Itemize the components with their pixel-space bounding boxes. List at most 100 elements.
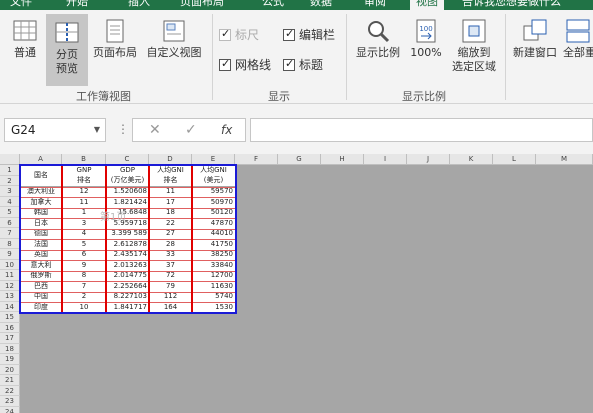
normal-view-icon [13, 20, 37, 41]
tab-home[interactable]: 开始 [66, 0, 88, 10]
page-layout-label: 页面布局 [93, 46, 137, 59]
column-header[interactable]: M [536, 154, 593, 165]
custom-views-label: 自定义视图 [146, 46, 202, 59]
show-group-label: 显示 [268, 90, 290, 103]
ruler-checkbox[interactable]: 标尺 [219, 27, 260, 42]
column-header[interactable]: I [364, 154, 407, 165]
name-box-dropdown-icon[interactable]: ▼ [94, 119, 100, 141]
column-header[interactable]: L [493, 154, 536, 165]
column-header[interactable]: F [235, 154, 278, 165]
tab-insert[interactable]: 插入 [128, 0, 150, 10]
row-header[interactable]: 23 [0, 396, 20, 407]
row-header[interactable]: 17 [0, 333, 20, 344]
row-header[interactable]: 11 [0, 270, 20, 281]
select-all-corner[interactable] [0, 154, 20, 165]
print-area-border[interactable] [19, 164, 237, 314]
tab-file[interactable]: 文件 [10, 0, 32, 10]
zoom-to-selection-label-2: 选定区域 [452, 60, 496, 73]
arrange-all-label: 全部重 [563, 46, 593, 59]
custom-views-icon [163, 20, 185, 42]
row-header[interactable]: 1 [0, 165, 20, 176]
gridlines-checkbox[interactable]: 网格线 [219, 57, 272, 72]
zoom-group-label: 显示比例 [402, 90, 446, 103]
row-header[interactable]: 8 [0, 238, 20, 249]
row-header[interactable]: 3 [0, 186, 20, 197]
ruler-check-icon [219, 27, 231, 41]
row-header[interactable]: 19 [0, 354, 20, 365]
row-header[interactable]: 15 [0, 312, 20, 323]
zoom-button[interactable]: 显示比例 [352, 18, 404, 78]
enter-icon[interactable]: ✓ [185, 122, 197, 138]
row-header[interactable]: 4 [0, 196, 20, 207]
name-box[interactable]: G24 ▼ [4, 118, 106, 142]
page-layout-view-button[interactable]: 页面布局 [90, 18, 140, 78]
normal-view-label: 普通 [14, 46, 36, 59]
tab-page-layout[interactable]: 页面布局 [180, 0, 224, 10]
row-header[interactable]: 20 [0, 364, 20, 375]
formula-bar-area: G24 ▼ ⋮ ✕ ✓ fx [0, 104, 593, 154]
arrange-all-button[interactable]: 全部重 [563, 18, 593, 78]
row-header[interactable]: 7 [0, 228, 20, 239]
row-header[interactable]: 14 [0, 301, 20, 312]
formula-bar-splitter[interactable]: ⋮ [117, 118, 129, 142]
page-number-watermark: 第1页 [100, 212, 127, 223]
formula-buttons: ✕ ✓ fx [132, 118, 246, 142]
new-window-button[interactable]: 新建窗口 [509, 18, 561, 78]
svg-text:100: 100 [419, 25, 432, 33]
insert-function-icon[interactable]: fx [221, 123, 232, 137]
tab-view[interactable]: 视图 [410, 0, 444, 10]
row-header[interactable]: 24 [0, 406, 20, 413]
row-header[interactable]: 9 [0, 249, 20, 260]
worksheet[interactable]: A B C D E F G H I J K L M 1 2 3 4 5 6 7 8 9 10 11 12 13 14 15 16 17 18… [0, 154, 593, 413]
tab-data[interactable]: 数据 [310, 0, 332, 10]
zoom-label: 显示比例 [356, 46, 400, 59]
row-header[interactable]: 21 [0, 375, 20, 386]
column-header[interactable]: H [321, 154, 364, 165]
zoom-100-icon: 100 [416, 19, 436, 43]
arrange-all-icon [566, 19, 590, 43]
page-break-preview-button[interactable]: 分页 预览 [46, 14, 88, 86]
column-header[interactable]: K [450, 154, 493, 165]
zoom-to-selection-icon [462, 19, 486, 43]
group-divider [505, 14, 506, 100]
row-header[interactable]: 13 [0, 291, 20, 302]
cancel-icon[interactable]: ✕ [149, 122, 161, 138]
ruler-label: 标尺 [235, 28, 260, 42]
column-header[interactable]: J [407, 154, 450, 165]
row-header[interactable]: 5 [0, 207, 20, 218]
name-box-value: G24 [11, 123, 36, 137]
tab-review[interactable]: 审阅 [364, 0, 386, 10]
row-header[interactable]: 6 [0, 217, 20, 228]
row-header[interactable]: 16 [0, 322, 20, 333]
row-header[interactable]: 2 [0, 175, 20, 186]
magnifier-icon [368, 21, 390, 43]
page-layout-icon [106, 19, 124, 43]
row-header[interactable]: 12 [0, 280, 20, 291]
formula-bar-label: 编辑栏 [299, 28, 336, 42]
zoom-100-label: 100% [410, 46, 442, 59]
normal-view-button[interactable]: 普通 [6, 18, 44, 78]
gridlines-label: 网格线 [235, 58, 272, 72]
zoom-100-button[interactable]: 100 100% [406, 18, 446, 78]
group-divider [346, 14, 347, 100]
headings-check-icon [283, 57, 295, 71]
ribbon-tab-strip: 文件 开始 插入 页面布局 公式 数据 审阅 视图 告诉我您想要做什么 [0, 0, 593, 10]
row-header[interactable]: 18 [0, 343, 20, 354]
page-break-preview-label-2: 预览 [56, 62, 78, 75]
tab-formulas[interactable]: 公式 [262, 0, 284, 10]
gridlines-check-icon [219, 57, 231, 71]
headings-checkbox[interactable]: 标题 [283, 57, 324, 72]
custom-views-button[interactable]: 自定义视图 [142, 18, 206, 78]
page-break-preview-label-1: 分页 [56, 48, 78, 61]
formula-bar-checkbox[interactable]: 编辑栏 [283, 27, 336, 42]
row-header[interactable]: 22 [0, 385, 20, 396]
formula-bar-check-icon [283, 27, 295, 41]
row-header[interactable]: 10 [0, 259, 20, 270]
formula-input[interactable] [250, 118, 593, 142]
group-divider [212, 14, 213, 100]
zoom-to-selection-label-1: 缩放到 [457, 46, 491, 59]
tell-me-box[interactable]: 告诉我您想要做什么 [462, 0, 561, 10]
headings-label: 标题 [299, 58, 324, 72]
column-header[interactable]: G [278, 154, 321, 165]
zoom-to-selection-button[interactable]: 缩放到 选定区域 [448, 18, 500, 90]
